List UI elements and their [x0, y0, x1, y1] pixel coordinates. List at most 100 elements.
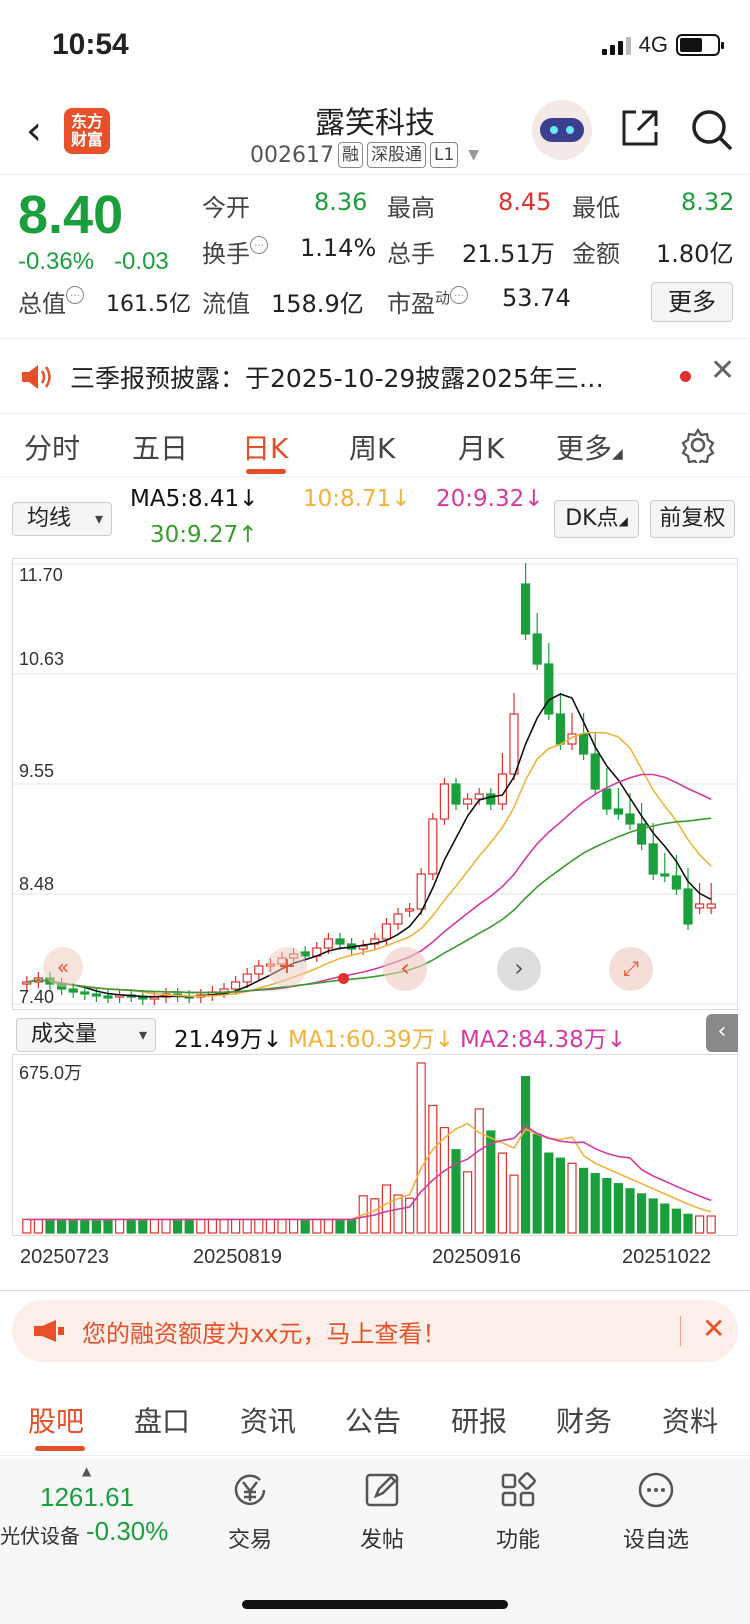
tab-more[interactable]: 更多◢ — [556, 427, 623, 467]
kline-chart[interactable]: 11.70 10.63 9.55 8.48 7.40 « + ‹ › ⤢ — [12, 558, 738, 1010]
sector-change: -0.30% — [86, 1516, 168, 1547]
info-icon[interactable]: … — [66, 286, 84, 304]
volume-bar — [255, 1219, 263, 1233]
price-axis-tick: 8.48 — [19, 874, 54, 895]
functions-button[interactable]: 功能 — [468, 1470, 568, 1554]
candle-body — [684, 889, 692, 924]
volume-svg — [13, 1055, 737, 1235]
volume-bar — [348, 1219, 356, 1233]
notice-text: 三季报预披露：于2025-10-29披露2025年三… — [70, 359, 604, 395]
volume-bar — [556, 1158, 564, 1233]
volume-bar — [162, 1219, 170, 1233]
grid-icon — [498, 1470, 538, 1510]
more-button[interactable]: 更多 — [651, 282, 733, 322]
volume-bar — [672, 1209, 680, 1233]
dk-point-button[interactable]: DK点◢ — [554, 500, 639, 538]
candle-body — [556, 714, 564, 744]
candle-body — [104, 996, 112, 998]
fullscreen-icon[interactable]: ⤢ — [609, 947, 653, 991]
content-tabs: 股吧 盘口 资讯 公告 研报 财务 资料 — [0, 1384, 750, 1456]
candle-body — [603, 789, 611, 809]
volume-bar — [301, 1219, 309, 1233]
tab-research[interactable]: 研报 — [451, 1400, 507, 1440]
volume-value: 21.51万 — [462, 234, 555, 269]
unread-dot — [680, 371, 691, 382]
tab-daily-k[interactable]: 日K — [242, 427, 288, 467]
vol-ma2: MA2:84.38万↓ — [460, 1020, 626, 1054]
candle-body — [336, 939, 344, 944]
volume-bar — [243, 1219, 251, 1233]
add-watchlist-button[interactable]: 设自选 — [606, 1470, 706, 1554]
chevron-down-icon[interactable]: ▼ — [468, 147, 479, 163]
tab-orderbook[interactable]: 盘口 — [134, 1400, 190, 1440]
zoom-in-button[interactable]: « — [43, 947, 83, 987]
banner-text: 您的融资额度为xx元，马上查看！ — [82, 1314, 446, 1349]
volume-bar — [707, 1216, 715, 1233]
tab-monthly-k[interactable]: 月K — [458, 427, 504, 467]
network-label: 4G — [639, 32, 668, 58]
candle-body — [707, 904, 715, 908]
volume-bar — [324, 1219, 332, 1233]
home-indicator — [242, 1600, 508, 1609]
volume-bar — [92, 1219, 100, 1233]
adjust-button[interactable]: 前复权 — [650, 500, 735, 538]
post-button[interactable]: 发帖 — [332, 1470, 432, 1554]
indicator-select[interactable]: 均线 — [12, 502, 112, 536]
candle-body — [429, 819, 437, 874]
date-label: 20250723 — [20, 1246, 109, 1269]
price-axis-tick: 9.55 — [19, 761, 54, 782]
tab-weekly-k[interactable]: 周K — [349, 427, 395, 467]
close-icon[interactable]: ✕ — [710, 353, 735, 388]
volume-bar — [614, 1184, 622, 1233]
plus-button[interactable]: + — [267, 947, 307, 987]
volume-bar — [464, 1172, 472, 1233]
sector-index[interactable]: 1261.61 — [40, 1482, 134, 1513]
volume-bar — [603, 1179, 611, 1233]
volume-bar — [174, 1219, 182, 1233]
volume-bar — [278, 1219, 286, 1233]
candle-body — [464, 799, 472, 804]
open-label: 今开 — [202, 188, 250, 223]
next-button[interactable]: › — [497, 947, 541, 991]
candle-body — [406, 909, 414, 911]
candle-body — [696, 904, 704, 908]
volume-bar — [498, 1153, 506, 1233]
margin-banner[interactable]: 您的融资额度为xx元，马上查看！ ✕ — [12, 1300, 738, 1362]
tab-finance[interactable]: 财务 — [556, 1400, 612, 1440]
volume-bar — [104, 1219, 112, 1233]
tab-profile[interactable]: 资料 — [662, 1400, 718, 1440]
volume-bar — [23, 1219, 31, 1233]
collapse-icon[interactable]: ‹ — [706, 1014, 738, 1052]
volume-bar — [382, 1185, 390, 1233]
notice-bar[interactable]: 三季报预披露：于2025-10-29披露2025年三… ✕ — [0, 338, 750, 414]
candle-body — [232, 982, 240, 989]
info-icon[interactable]: … — [450, 286, 468, 304]
settings-gear-icon[interactable] — [680, 427, 716, 463]
volume-chart: 675.0万 — [12, 1054, 738, 1236]
candle-body — [475, 794, 483, 799]
tab-news[interactable]: 资讯 — [240, 1400, 296, 1440]
prev-button[interactable]: ‹ — [383, 947, 427, 991]
volume-bar — [487, 1131, 495, 1233]
yen-icon — [230, 1470, 270, 1510]
search-icon[interactable] — [690, 108, 734, 156]
tab-announcements[interactable]: 公告 — [345, 1400, 401, 1440]
close-icon[interactable]: ✕ — [702, 1312, 725, 1345]
trade-button[interactable]: 交易 — [200, 1470, 300, 1554]
amount-label: 金额 — [572, 234, 620, 269]
volume-bar — [661, 1204, 669, 1233]
stock-header: ‹ 东方 财富 露笑科技 002617 融 深股通 L1 ▼ — [0, 90, 750, 175]
volume-indicator-select[interactable]: 成交量 — [16, 1018, 156, 1052]
candle-body — [324, 939, 332, 948]
candle-body — [81, 992, 89, 994]
assistant-robot-icon[interactable] — [532, 100, 592, 160]
price-axis-tick: 11.70 — [19, 565, 63, 586]
date-label: 20251022 — [622, 1246, 711, 1269]
tab-forum[interactable]: 股吧 — [28, 1400, 84, 1440]
tab-timeshare[interactable]: 分时 — [24, 427, 80, 467]
tab-five-day[interactable]: 五日 — [132, 427, 188, 467]
candle-body — [661, 874, 669, 876]
info-icon[interactable]: … — [250, 236, 268, 254]
candle-body — [533, 634, 541, 664]
share-icon[interactable] — [616, 104, 664, 156]
